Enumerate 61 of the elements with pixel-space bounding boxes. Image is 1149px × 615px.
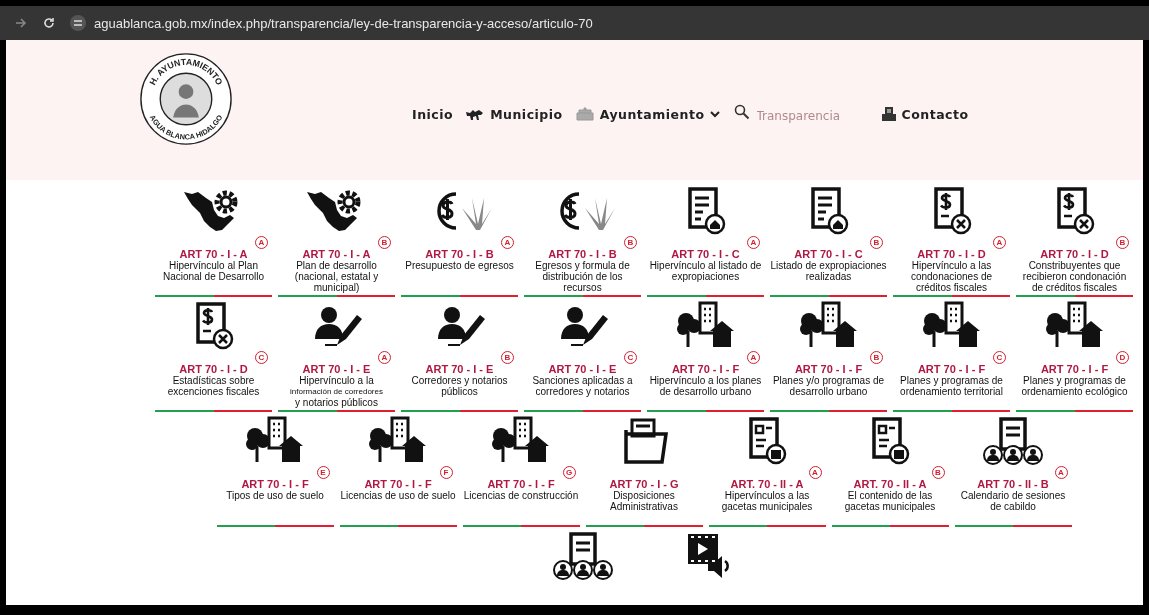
article-link[interactable]: ART 70 - I - D [1040, 248, 1109, 260]
card-description: Tipos de uso de suelo [226, 490, 324, 503]
nav-link[interactable]: Municipio [490, 106, 563, 122]
card-description: Calendario de sesiones de cabildo [959, 490, 1067, 514]
document-tray-icon [880, 106, 897, 122]
article-link[interactable]: ART. 70 - II - A [730, 478, 804, 490]
article-link[interactable]: ART 70 - I - E [302, 363, 371, 375]
card-description: Licencias de uso de suelo [340, 490, 456, 503]
card-description: Hipervínculo a los planes de desarrollo urbano [648, 375, 763, 399]
document-people-icon[interactable] [981, 416, 1045, 466]
article-link[interactable]: ART 70 - I - A [302, 248, 371, 260]
article-link[interactable]: ART 70 - I - F [1040, 363, 1109, 375]
card-description: Hipervínculo al Plan Nacional de Desarrollo [161, 260, 266, 284]
card-description: Hipervínculo al listado de expropiaciones [648, 260, 763, 284]
card-description: Hipervínculos a las gacetas municipales [720, 490, 814, 514]
article-link[interactable]: ART 70 - I - A [179, 248, 248, 260]
animal-icon [465, 107, 486, 121]
card-description: Disposiciones Administrativas [609, 490, 679, 514]
article-link[interactable]: ART 70 - I - E [425, 363, 494, 375]
card-description: Planes y programas de ordenamiento territorial [899, 375, 1004, 399]
search-field[interactable]: Transparencia [754, 108, 869, 124]
card-description: Listado de expropiaciones realizadas [770, 260, 887, 284]
article-link[interactable]: ART 70 - I - C [794, 248, 863, 260]
article-link[interactable]: ART 70 - I - F [794, 363, 863, 375]
card-description: Constribuyentes que recibieron condonación de créditos fiscales [1021, 260, 1128, 293]
nav-link[interactable]: Ayuntamiento [599, 106, 705, 122]
article-link[interactable]: ART 70 - I - D [917, 248, 986, 260]
article-link[interactable]: ART 70 - II - B [977, 478, 1049, 490]
article-link[interactable]: ART. 70 - II - A [853, 478, 927, 490]
forward-arrow-icon[interactable] [14, 16, 28, 30]
nav-link[interactable]: Contacto [901, 106, 969, 122]
chevron-down-icon[interactable] [709, 110, 720, 118]
article-link[interactable]: ART 70 - I - F [917, 363, 986, 375]
article-link[interactable]: ART 70 - I - F [364, 478, 432, 490]
building-icon [574, 107, 595, 121]
card-description: Licencias de construcción [463, 490, 579, 503]
card-description: Presupuesto de egresos [405, 260, 514, 273]
card-description: El contenido de las gacetas municipales [843, 490, 937, 514]
article-link[interactable]: ART 70 - I - E [548, 363, 617, 375]
card-description: Egresos y formula de distribución de los recursos [534, 260, 631, 293]
site-settings-icon[interactable] [70, 15, 86, 31]
article-link[interactable]: ART 70 - I - C [671, 248, 740, 260]
card-description: Planes y programas de ordenamiento ecológico [1020, 375, 1129, 399]
card-description: Hipervínculo a las condonaciones de créditos fiscales [909, 260, 994, 293]
card-description: Estadísticas sobre excenciones fiscales [166, 375, 261, 399]
article-link[interactable]: ART 70 - I - B [548, 248, 617, 260]
article-link[interactable]: ART 70 - I - F [671, 363, 740, 375]
article-link[interactable]: ART 70 - I - F [241, 478, 309, 490]
article-link[interactable]: ART 70 - I - G [609, 478, 679, 490]
card-description: Corredores y notarios públicos [410, 375, 509, 399]
reload-icon[interactable] [42, 16, 56, 30]
card-description: Plan de desarrollo (nacional, estatal y municipal) [293, 260, 380, 293]
article-link[interactable]: ART 70 - I - F [487, 478, 555, 490]
article-link[interactable]: ART 70 - I - D [179, 363, 248, 375]
search-icon[interactable] [733, 104, 750, 120]
nav-link[interactable]: Inicio [412, 106, 454, 122]
document-people-icon[interactable] [550, 531, 615, 581]
card-description: Hipervínculo a la información de corredores y notarios públicos [290, 375, 383, 408]
card-description: Planes y/o programas de desarrollo urbano [771, 375, 886, 399]
card-description: Sanciones aplicadas a corredores y notarios [531, 375, 634, 399]
article-link[interactable]: ART 70 - I - B [425, 248, 494, 260]
